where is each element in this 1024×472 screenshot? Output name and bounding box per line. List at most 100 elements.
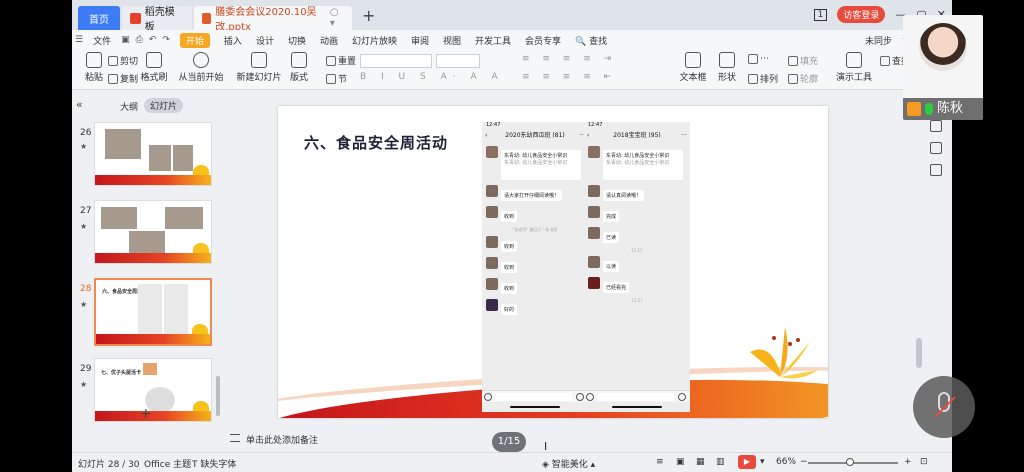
normal-view-icon[interactable]: ▣ [676, 457, 685, 467]
new-tab-button[interactable]: + [362, 6, 375, 25]
card-title: 东青幼: 幼儿食品安全小常识 [606, 153, 670, 159]
paragraph-buttons-top[interactable]: ≡ ≡ ≡ ≡ ⇥ [522, 54, 616, 64]
redo-icon[interactable]: ↷ [162, 35, 170, 45]
smart-beautify-button[interactable]: ◈ 智能美化 ▴ [542, 457, 595, 470]
play-current-button[interactable]: 从当前开始 [176, 52, 226, 83]
animation-star-icon: ★ [80, 142, 88, 151]
thumb-phone [138, 284, 162, 340]
format-painter-button[interactable]: 格式刷 [132, 52, 176, 83]
avatar [588, 256, 600, 268]
fit-page-icon[interactable]: ⊡ [920, 457, 928, 467]
thumbnail-slide-27[interactable] [94, 200, 212, 264]
card-subtitle: 东青幼: 幼儿食品安全小常识 [504, 160, 568, 166]
animation-star-icon: ★ [80, 380, 88, 389]
menu-home-tab[interactable]: 开始 [179, 32, 210, 48]
guest-login-button[interactable]: 访客登录 [837, 6, 886, 23]
textbox-button[interactable]: 文本框 [676, 52, 710, 83]
slide-canvas[interactable]: 六、食品安全周活动 12:47 ‹ 2020东幼西瓜班 (81) ··· 东青幼: … [278, 106, 828, 418]
zoom-slider-knob[interactable] [846, 458, 854, 466]
thumbnail-scrollbar[interactable] [216, 376, 220, 416]
menu-slideshow[interactable]: 幻灯片放映 [352, 34, 397, 47]
slide-scrollbar[interactable] [916, 338, 922, 368]
fill-label: 填充 [800, 57, 819, 67]
chat-screenshot-right[interactable]: 12:47 ‹ 2018宝宝班 (95) ··· 东青幼: 幼儿食品安全小常识 东青幼… [584, 122, 690, 412]
menu-transition[interactable]: 切换 [288, 34, 306, 47]
menu-animation[interactable]: 动画 [320, 34, 338, 47]
zoom-in-icon[interactable]: + [904, 457, 912, 467]
font-format-buttons[interactable]: B I U S A· A A [360, 72, 504, 82]
notes-bar[interactable]: 单击此处添加备注 [222, 430, 952, 448]
card-title: 东青幼: 幼儿食品安全小常识 [504, 153, 568, 159]
message-bubble: 收到 [501, 241, 518, 252]
layout-button[interactable]: 版式 [284, 52, 314, 83]
mute-microphone-button[interactable] [913, 376, 975, 438]
zoom-level[interactable]: 66% [776, 457, 796, 467]
zoom-out-icon[interactable]: − [800, 457, 808, 467]
reading-view-icon[interactable]: ▥ [716, 457, 725, 467]
undo-icon[interactable]: ↶ [149, 35, 157, 45]
font-name-select[interactable] [360, 54, 432, 68]
slideshow-play-button[interactable]: ▶ [738, 455, 756, 469]
thumbnail-slide-28[interactable]: 六、食品安全周活动 [94, 278, 212, 346]
home-indicator [510, 406, 560, 408]
chat-screenshot-left[interactable]: 12:47 ‹ 2020东幼西瓜班 (81) ··· 东青幼: 幼儿食品安全小常识东… [482, 122, 588, 412]
menu-review[interactable]: 审阅 [411, 34, 429, 47]
avatar [588, 277, 600, 289]
menu-insert[interactable]: 插入 [224, 34, 242, 47]
status-bar: 幻灯片 28 / 30 Office 主题 T 缺失字体 ◈ 智能美化 ▴ ≡ … [72, 452, 952, 472]
gallery-button[interactable]: ⋯ [748, 54, 769, 64]
paragraph-buttons-bottom[interactable]: ≡ ≡ ≡ ≡ ⇤ [522, 72, 616, 82]
window-count-icon[interactable]: 1 [813, 8, 828, 21]
section-button[interactable]: 节 [326, 72, 347, 85]
close-tab-icon[interactable]: ○ ▾ [330, 7, 344, 29]
video-call-tile[interactable]: 陈秋 [903, 15, 983, 120]
new-slide-button[interactable]: 新建幻灯片 [234, 52, 284, 83]
slides-tab[interactable]: 幻灯片 [144, 98, 184, 113]
reset-button[interactable]: 重置 [326, 54, 356, 67]
add-slide-button[interactable]: + [140, 406, 152, 422]
outline-tab[interactable]: 大纲 [120, 100, 138, 113]
share-doc-icon[interactable] [930, 164, 942, 176]
presentation-tools-button[interactable]: 演示工具 [832, 52, 876, 83]
menu-file[interactable]: 文件 [93, 34, 111, 47]
pin-icon[interactable] [930, 142, 942, 154]
print-icon[interactable]: ⎙ [136, 35, 143, 45]
home-indicator [612, 406, 662, 408]
sync-status[interactable]: 未同步 [865, 34, 892, 47]
menu-search[interactable]: 🔍 查找 [575, 34, 607, 47]
missing-font-indicator[interactable]: T 缺失字体 [192, 457, 236, 470]
chat-message: 完成 [588, 206, 686, 224]
thumbnail-slide-26[interactable] [94, 122, 212, 186]
voice-icon [484, 393, 492, 401]
fill-button[interactable]: 填充 [788, 54, 818, 67]
thumbnail-slide-29[interactable]: 七、优子头屋活卡 [94, 358, 212, 422]
image-icon [748, 54, 758, 64]
animation-star-icon: ★ [80, 300, 88, 309]
tab-home[interactable]: 首页 [78, 6, 120, 30]
menu-view[interactable]: 视图 [443, 34, 461, 47]
outline-label: 轮廓 [800, 75, 819, 85]
property-icon[interactable] [930, 120, 942, 132]
menu-member[interactable]: 会员专享 [525, 34, 561, 47]
collapse-panel-icon[interactable]: « [76, 98, 83, 111]
chat-input-bar [584, 390, 690, 402]
slide-title[interactable]: 六、食品安全周活动 [304, 132, 448, 153]
lily-decoration [750, 327, 818, 379]
sorter-view-icon[interactable]: ▦ [696, 457, 705, 467]
arrange-button[interactable]: 排列 [748, 72, 778, 85]
menu-design[interactable]: 设计 [256, 34, 274, 47]
font-size-select[interactable] [436, 54, 480, 68]
avatar [486, 278, 498, 290]
tab-document[interactable]: 膳委会会议2020.10吴改.pptx ○ ▾ [194, 6, 352, 33]
outline-button[interactable]: 轮廓 [788, 72, 818, 85]
chat-message: 收到 [486, 257, 584, 275]
tab-template[interactable]: 稻壳模板 [122, 6, 192, 33]
menu-developer[interactable]: 开发工具 [475, 34, 511, 47]
presentation-tools-label: 演示工具 [835, 73, 872, 83]
microphone-icon [925, 103, 933, 115]
shape-button[interactable]: 形状 [712, 52, 742, 83]
slideshow-dropdown-icon[interactable]: ▾ [760, 457, 765, 467]
save-icon[interactable]: ▣ [121, 35, 130, 45]
hamburger-icon[interactable]: ☰ [75, 35, 83, 45]
notes-toggle-icon[interactable]: ≡ [656, 457, 664, 467]
